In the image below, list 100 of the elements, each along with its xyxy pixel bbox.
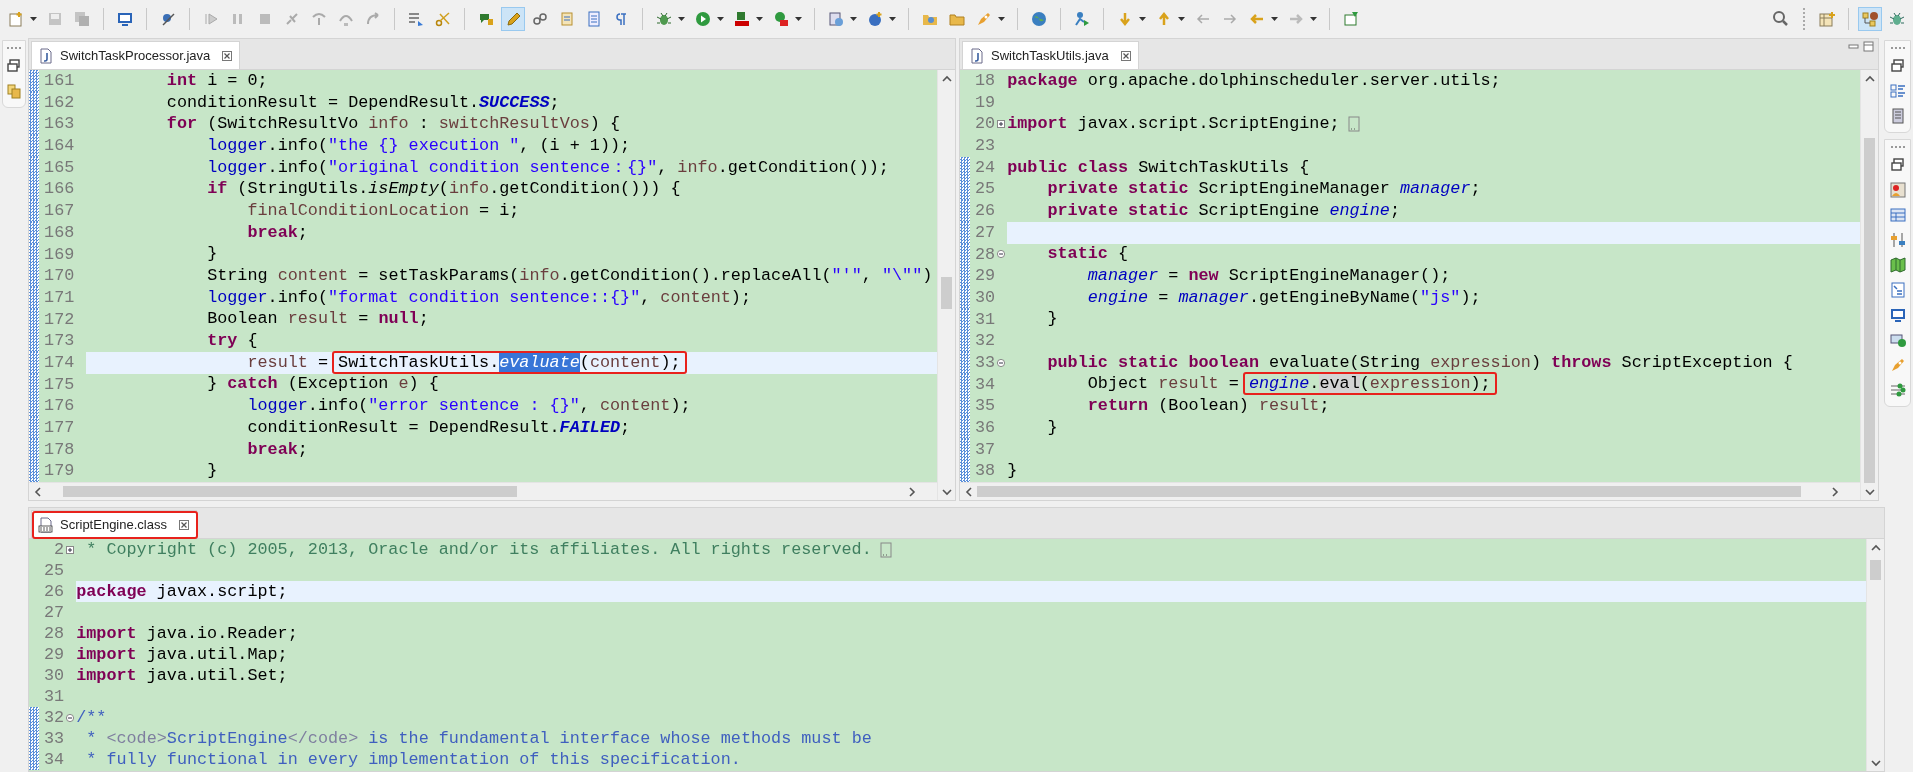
- new-class-icon[interactable]: [867, 11, 883, 27]
- scroll-up-icon[interactable]: [1869, 542, 1882, 553]
- person-run-icon[interactable]: [1074, 11, 1090, 27]
- restore-icon[interactable]: [1889, 58, 1906, 74]
- close-icon[interactable]: [222, 50, 233, 61]
- restore-icon[interactable]: [1889, 157, 1906, 173]
- close-icon[interactable]: [1120, 50, 1131, 61]
- monitor-icon[interactable]: [117, 11, 133, 27]
- sliders-icon[interactable]: [1889, 232, 1906, 248]
- line-number: 27: [974, 221, 996, 244]
- caret-icon[interactable]: [850, 17, 857, 21]
- next-annotation-icon[interactable]: [1117, 11, 1133, 27]
- run-config-icon[interactable]: [734, 11, 750, 27]
- coverage-icon[interactable]: [773, 11, 789, 27]
- link-icon[interactable]: [532, 11, 548, 27]
- line-number: 169: [43, 243, 75, 266]
- line-number: 24: [974, 156, 996, 179]
- caret-icon[interactable]: [889, 17, 896, 21]
- console-icon[interactable]: [1889, 307, 1906, 323]
- connections-icon[interactable]: [1889, 382, 1906, 398]
- step-into-icon[interactable]: [311, 11, 327, 27]
- code-line: static {: [1046, 243, 1130, 266]
- scroll-up-icon[interactable]: [940, 73, 953, 84]
- caret-icon[interactable]: [30, 17, 37, 21]
- code-line: break;: [246, 438, 309, 461]
- document-icon[interactable]: [559, 11, 575, 27]
- line-number: 18: [974, 70, 996, 92]
- pilcrow-icon[interactable]: [613, 11, 629, 27]
- step-return-icon[interactable]: [365, 11, 381, 27]
- open-perspective-icon[interactable]: [1819, 11, 1835, 27]
- code-line: } catch (Exception e) {: [206, 373, 440, 396]
- outline-icon[interactable]: [1889, 83, 1906, 99]
- scroll-left-icon[interactable]: [32, 485, 43, 498]
- scroll-down-icon[interactable]: [1869, 757, 1882, 768]
- caret-icon[interactable]: [678, 17, 685, 21]
- expand-icon[interactable]: [65, 544, 76, 555]
- run-icon[interactable]: [695, 11, 711, 27]
- close-icon[interactable]: [178, 519, 189, 530]
- search-icon[interactable]: [1772, 10, 1790, 28]
- caret-icon[interactable]: [1178, 17, 1185, 21]
- line-number: 30: [43, 665, 65, 686]
- map-icon[interactable]: [1889, 257, 1906, 273]
- hierarchy-document-icon[interactable]: [1889, 282, 1906, 298]
- notes-icon[interactable]: [1889, 108, 1906, 124]
- new-server-icon[interactable]: [828, 11, 844, 27]
- maximize-icon[interactable]: [1863, 41, 1874, 52]
- folder-icon[interactable]: [949, 11, 965, 27]
- scrollbar-thumb[interactable]: [941, 277, 952, 309]
- page-icon[interactable]: [586, 11, 602, 27]
- pencil-icon[interactable]: [505, 11, 521, 27]
- skip-breakpoints-icon[interactable]: [160, 11, 176, 27]
- person-card-icon[interactable]: [1889, 182, 1906, 198]
- caret-icon[interactable]: [1271, 17, 1278, 21]
- editor-tab[interactable]: SwitchTaskProcessor.java: [31, 41, 241, 69]
- scroll-right-icon[interactable]: [1829, 485, 1840, 498]
- scroll-down-icon[interactable]: [1863, 486, 1876, 497]
- caret-icon[interactable]: [756, 17, 763, 21]
- previous-annotation-icon[interactable]: [1156, 11, 1172, 27]
- table-icon[interactable]: [1889, 207, 1906, 223]
- package-explorer-icon[interactable]: [6, 83, 22, 99]
- expand-icon[interactable]: [996, 119, 1007, 130]
- scissors-icon[interactable]: [435, 11, 451, 27]
- scrollbar-thumb[interactable]: [63, 486, 518, 497]
- pin-editor-icon[interactable]: [1343, 11, 1359, 27]
- new-file-icon[interactable]: [8, 11, 24, 27]
- bug-icon[interactable]: [656, 11, 672, 27]
- scrollbar-thumb[interactable]: [1864, 138, 1875, 483]
- caret-icon[interactable]: [998, 17, 1005, 21]
- hierarchy-icon[interactable]: [1862, 11, 1878, 27]
- caret-icon[interactable]: [795, 17, 802, 21]
- code-line: /**: [76, 706, 108, 729]
- scroll-down-icon[interactable]: [940, 486, 953, 497]
- line-number: 25: [43, 560, 65, 581]
- scroll-up-icon[interactable]: [1863, 73, 1876, 84]
- server-run-icon[interactable]: [1889, 332, 1906, 348]
- caret-icon[interactable]: [717, 17, 724, 21]
- scroll-left-icon[interactable]: [963, 485, 974, 498]
- collapse-icon[interactable]: [996, 249, 1007, 260]
- scroll-right-icon[interactable]: [906, 485, 917, 498]
- rocket-icon[interactable]: [1889, 357, 1906, 373]
- annotation-icon[interactable]: [478, 11, 494, 27]
- globe-icon[interactable]: [1031, 11, 1047, 27]
- line-number: 166: [43, 178, 75, 201]
- restore-icon[interactable]: [6, 58, 22, 74]
- line-number: 163: [43, 113, 75, 136]
- collapse-icon[interactable]: [996, 357, 1007, 368]
- caret-icon[interactable]: [1310, 17, 1317, 21]
- bug-icon[interactable]: [1889, 11, 1905, 27]
- scrollbar-thumb[interactable]: [977, 486, 1801, 497]
- collapse-icon[interactable]: [65, 712, 76, 723]
- code-line: if (StringUtils.isEmpty(info.getCondition())) {: [206, 178, 682, 201]
- editor-tab[interactable]: SwitchTaskUtils.java: [962, 41, 1139, 69]
- java-file-icon: [969, 47, 985, 64]
- caret-icon[interactable]: [1139, 17, 1146, 21]
- list-arrow-icon[interactable]: [408, 11, 424, 27]
- editor-tab[interactable]: ScriptEngine.class: [31, 510, 197, 538]
- code-line: break;: [246, 221, 309, 244]
- disconnect-icon[interactable]: [284, 11, 300, 27]
- code-line: * fully functional in every implementation of this specification.: [85, 748, 742, 771]
- scrollbar-thumb[interactable]: [1870, 559, 1881, 580]
